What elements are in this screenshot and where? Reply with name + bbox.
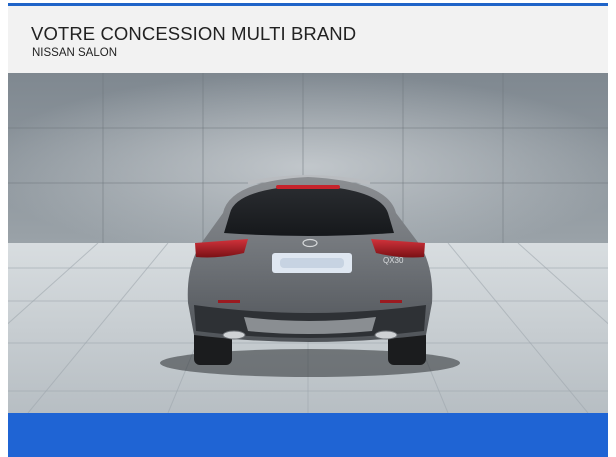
car-badge-text: QX30	[383, 256, 404, 265]
car-image: QX30	[8, 73, 608, 413]
listing-card: VOTRE CONCESSION MULTI BRAND NISSAN SALO…	[8, 3, 608, 457]
vehicle-photo[interactable]: QX30	[8, 73, 608, 413]
dealer-subtitle: NISSAN SALON	[32, 47, 117, 59]
dealer-title: VOTRE CONCESSION MULTI BRAND	[31, 23, 357, 44]
dealer-header: VOTRE CONCESSION MULTI BRAND NISSAN SALO…	[8, 6, 608, 73]
bottom-action-bar[interactable]	[8, 413, 608, 457]
